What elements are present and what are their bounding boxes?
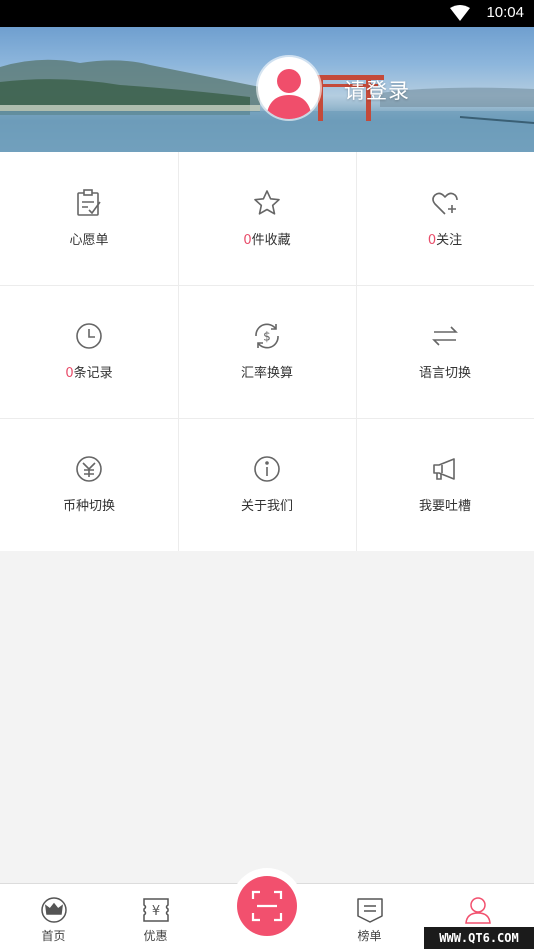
wifi-icon (450, 5, 470, 21)
tab-ranking[interactable]: 榜单 (316, 884, 423, 949)
menu-item-history[interactable]: 0条记录 (0, 285, 178, 418)
menu-item-count: 0 (243, 233, 252, 248)
svg-text:¥: ¥ (151, 904, 159, 919)
heart-plus-icon (432, 192, 458, 215)
swap-arrows-icon (432, 326, 458, 346)
menu-grid: 心愿单 0件收藏 0关注 0条记录 $ 汇率换算 语言切换 币种切换 关于我们 … (0, 152, 534, 551)
menu-item-count: 0 (65, 366, 74, 381)
menu-item-exchange-rate[interactable]: $ 汇率换算 (178, 285, 356, 418)
coupon-icon: ¥ (142, 898, 169, 922)
menu-item-label: 心愿单 (69, 233, 109, 248)
tab-home[interactable]: 首页 (0, 884, 107, 949)
crown-icon (40, 897, 67, 923)
menu-item-label: 我要吐槽 (418, 499, 471, 514)
menu-item-currency[interactable]: 币种切换 (0, 418, 178, 551)
status-bar: 10:04 (0, 0, 534, 27)
svg-text:$: $ (263, 330, 271, 344)
menu-item-wishlist[interactable]: 心愿单 (0, 152, 178, 285)
clipboard-icon (77, 189, 101, 216)
status-time: 10:04 (486, 4, 524, 21)
tab-label: 优惠 (143, 929, 168, 943)
tab-label: 首页 (41, 929, 66, 943)
scan-button[interactable] (237, 876, 297, 936)
menu-item-label: 币种切换 (62, 499, 115, 514)
menu-item-about-us[interactable]: 关于我们 (178, 418, 356, 551)
menu-item-label: 汇率换算 (240, 366, 293, 381)
ranking-icon (356, 898, 383, 923)
menu-item-following[interactable]: 0关注 (356, 152, 534, 285)
tab-deals[interactable]: ¥ 优惠 (102, 884, 209, 949)
menu-item-label: 关于我们 (240, 499, 293, 514)
login-link[interactable]: 请登录 (344, 75, 410, 105)
info-icon (254, 456, 280, 482)
menu-item-label: 条记录 (73, 366, 113, 381)
avatar[interactable] (258, 57, 320, 119)
star-icon (254, 190, 280, 215)
tab-label: 榜单 (357, 929, 382, 943)
profile-header: 请登录 (0, 27, 534, 152)
currency-icon (76, 456, 102, 482)
menu-item-label: 件收藏 (251, 233, 291, 248)
menu-item-count: 0 (427, 233, 437, 248)
default-user-icon (266, 69, 312, 119)
menu-item-label: 关注 (436, 233, 463, 248)
watermark: WWW.QT6.COM (424, 927, 534, 949)
menu-item-feedback[interactable]: 我要吐槽 (356, 418, 534, 551)
menu-item-favorites[interactable]: 0件收藏 (178, 152, 356, 285)
user-icon (464, 897, 491, 924)
menu-item-language[interactable]: 语言切换 (356, 285, 534, 418)
clock-icon (76, 323, 102, 349)
exchange-rate-icon: $ (255, 323, 279, 349)
scan-icon (251, 890, 283, 922)
menu-item-label: 语言切换 (418, 366, 471, 381)
megaphone-icon (433, 458, 455, 480)
